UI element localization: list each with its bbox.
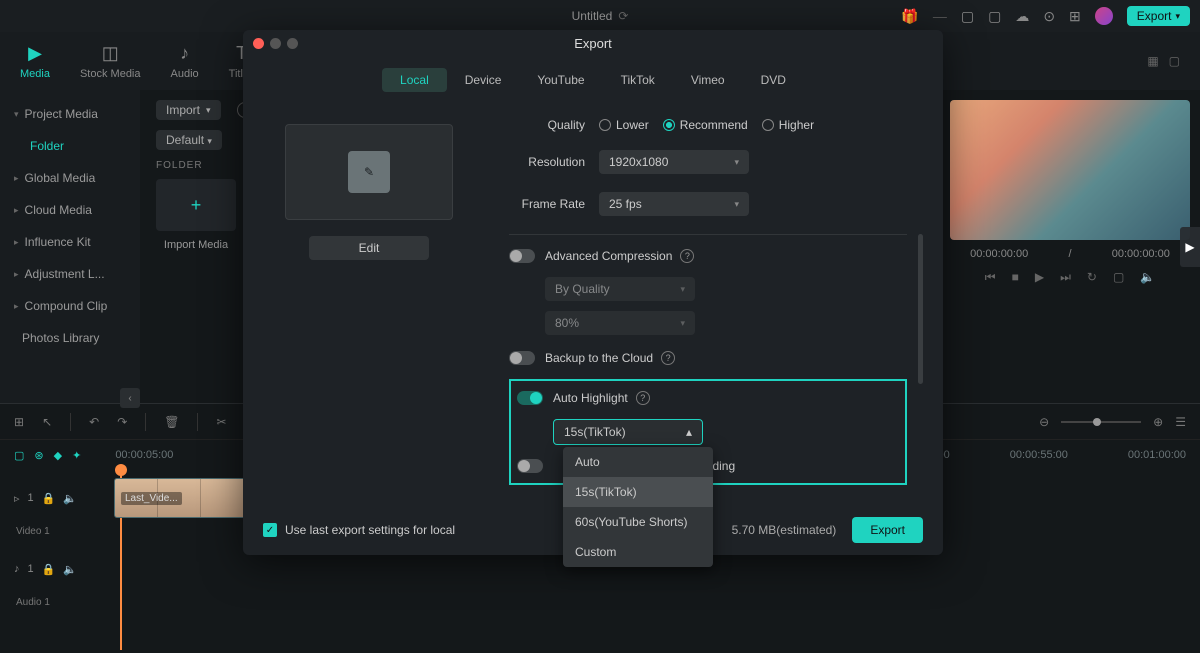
export-tabs: Local Device YouTube TikTok Vimeo DVD: [243, 56, 943, 104]
toggle-label: Backup to the Cloud: [545, 351, 653, 365]
use-last-checkbox[interactable]: ✓: [263, 523, 277, 537]
chevron-up-icon: ▴: [686, 425, 692, 439]
export-confirm-button[interactable]: Export: [852, 517, 923, 543]
export-preview: ✎ Edit: [259, 104, 479, 504]
tab-dvd[interactable]: DVD: [743, 68, 804, 92]
encoding-toggle[interactable]: [517, 459, 543, 473]
radio-label: Lower: [616, 118, 649, 132]
radio-label: Recommend: [680, 118, 748, 132]
auto-highlight-select[interactable]: 15s(TikTok) ▴: [553, 419, 703, 445]
minimize-icon[interactable]: [270, 38, 281, 49]
option-60s-youtube[interactable]: 60s(YouTube Shorts): [563, 507, 713, 537]
advanced-compression-row: Advanced Compression ?: [509, 249, 907, 263]
auto-highlight-toggle[interactable]: [517, 391, 543, 405]
option-15s-tiktok[interactable]: 15s(TikTok): [563, 477, 713, 507]
auto-highlight-section: Auto Highlight ? 15s(TikTok) ▴ Auto 15s(…: [509, 379, 907, 485]
export-modal: Export Local Device YouTube TikTok Vimeo…: [243, 30, 943, 555]
tab-tiktok[interactable]: TikTok: [603, 68, 673, 92]
quality-lower[interactable]: Lower: [599, 118, 649, 132]
edit-icon: ✎: [348, 151, 390, 193]
backup-cloud-toggle[interactable]: [509, 351, 535, 365]
chevron-down-icon: ▾: [680, 318, 685, 329]
divider: [509, 234, 907, 235]
compression-percent-select[interactable]: 80% ▾: [545, 311, 695, 335]
advanced-compression-toggle[interactable]: [509, 249, 535, 263]
size-estimate: 5.70 MB(estimated): [732, 523, 837, 537]
help-icon[interactable]: ?: [661, 351, 675, 365]
auto-highlight-dropdown: Auto 15s(TikTok) 60s(YouTube Shorts) Cus…: [563, 447, 713, 567]
modal-title: Export: [574, 36, 612, 51]
radio-label: Higher: [779, 118, 814, 132]
quality-label: Quality: [509, 118, 599, 132]
resolution-label: Resolution: [509, 155, 599, 169]
select-value: 80%: [555, 316, 579, 330]
chevron-down-icon: ▾: [680, 284, 685, 295]
quality-recommend[interactable]: Recommend: [663, 118, 748, 132]
backup-cloud-row: Backup to the Cloud ?: [509, 351, 907, 365]
tab-vimeo[interactable]: Vimeo: [673, 68, 743, 92]
framerate-select[interactable]: 25 fps ▾: [599, 192, 749, 216]
resolution-select[interactable]: 1920x1080 ▾: [599, 150, 749, 174]
export-settings: Quality Lower Recommend Higher Resolutio…: [479, 104, 927, 504]
compression-mode-select[interactable]: By Quality ▾: [545, 277, 695, 301]
tab-device[interactable]: Device: [447, 68, 520, 92]
chevron-down-icon: ▾: [734, 199, 739, 210]
select-value: By Quality: [555, 282, 610, 296]
framerate-label: Frame Rate: [509, 197, 599, 211]
select-value: 15s(TikTok): [564, 425, 626, 439]
scrollbar[interactable]: [918, 234, 923, 384]
modal-titlebar: Export: [243, 30, 943, 56]
maximize-icon[interactable]: [287, 38, 298, 49]
export-thumbnail[interactable]: ✎: [285, 124, 453, 220]
tab-local[interactable]: Local: [382, 68, 447, 92]
auto-highlight-row: Auto Highlight ?: [517, 391, 895, 405]
clip-label: Last_Vide...: [121, 492, 182, 505]
chevron-down-icon: ▾: [734, 157, 739, 168]
help-icon[interactable]: ?: [636, 391, 650, 405]
toggle-label: Auto Highlight: [553, 391, 628, 405]
use-last-label: Use last export settings for local: [285, 523, 455, 537]
option-auto[interactable]: Auto: [563, 447, 713, 477]
tab-youtube[interactable]: YouTube: [519, 68, 602, 92]
edit-button[interactable]: Edit: [309, 236, 429, 260]
close-icon[interactable]: [253, 38, 264, 49]
toggle-label: Advanced Compression: [545, 249, 672, 263]
option-custom[interactable]: Custom: [563, 537, 713, 567]
select-value: 1920x1080: [609, 155, 668, 169]
quality-higher[interactable]: Higher: [762, 118, 814, 132]
select-value: 25 fps: [609, 197, 642, 211]
help-icon[interactable]: ?: [680, 249, 694, 263]
